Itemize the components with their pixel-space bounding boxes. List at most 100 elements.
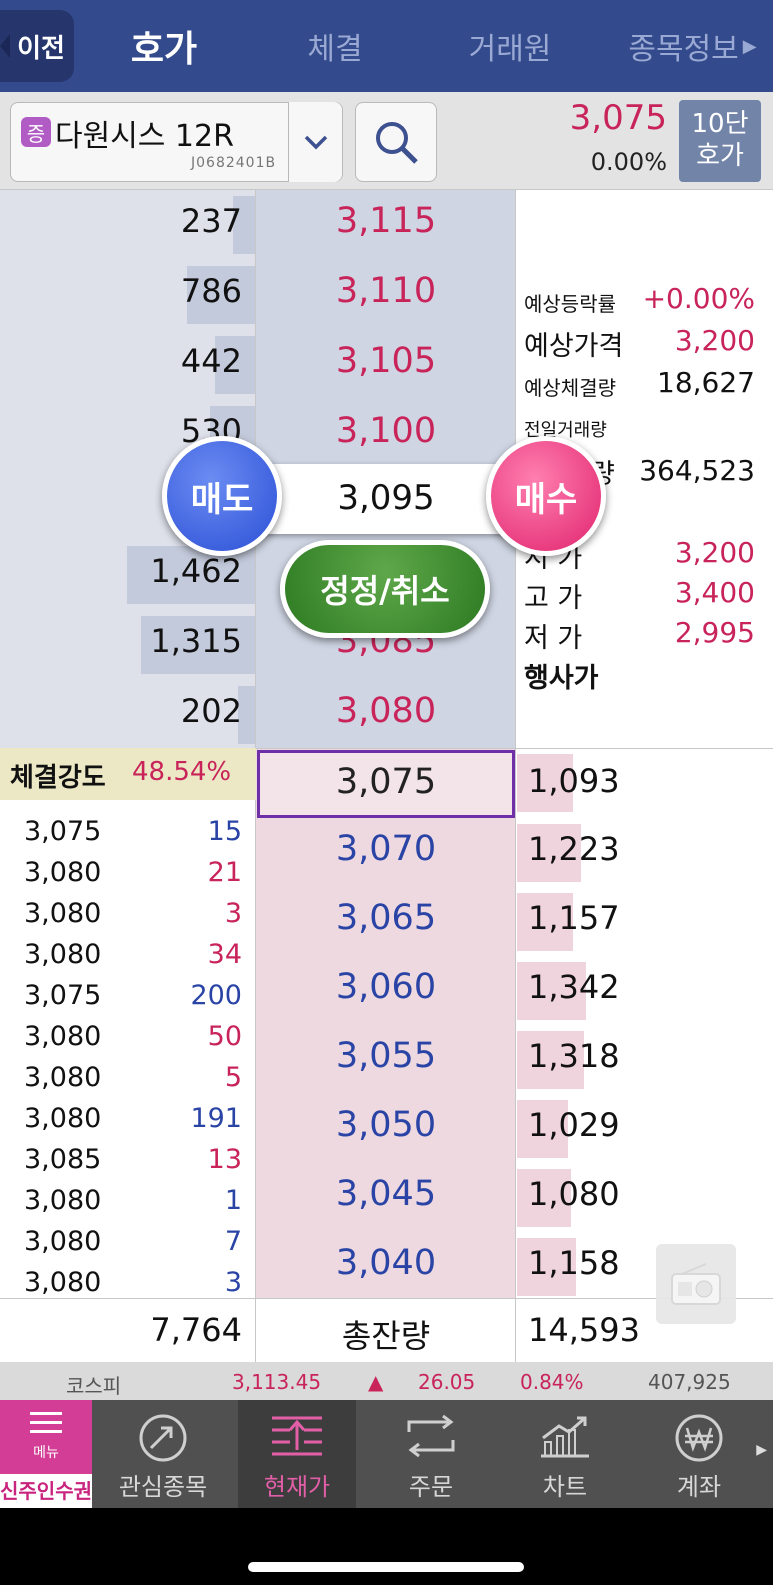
trade-price: 3,080 <box>24 1103 102 1134</box>
ask-qty: 1,462 <box>150 552 242 590</box>
bid-qty: 1,029 <box>528 1106 620 1144</box>
trade-strength: 체결강도 48.54% <box>0 748 256 800</box>
trade-volume: 191 <box>190 1103 242 1134</box>
ask-price[interactable]: 3,100 <box>256 411 516 451</box>
trade-row: 3,080 5 <box>0 1058 256 1099</box>
ask-price[interactable]: 3,110 <box>256 271 516 311</box>
buy-button[interactable]: 매수 <box>486 436 606 556</box>
ask-row[interactable]: 237 3,115 <box>0 190 773 260</box>
trade-price: 3,080 <box>24 1185 102 1216</box>
search-button[interactable] <box>355 102 437 182</box>
nav-current-price-label: 현재가 <box>263 1473 331 1501</box>
ask-price[interactable]: 3,105 <box>256 341 516 381</box>
chevron-down-icon <box>304 135 327 150</box>
nav-chart-label: 차트 <box>542 1473 588 1501</box>
trade-strength-label: 체결강도 <box>10 763 106 793</box>
menu-button[interactable]: 메뉴 신주인수권 <box>0 1400 92 1508</box>
won-icon <box>675 1414 723 1462</box>
radio-button[interactable] <box>656 1244 736 1324</box>
stock-dropdown-button[interactable] <box>288 102 342 182</box>
exp-rate-value: +0.00% <box>642 282 755 315</box>
total-label: 총잔량 <box>341 1317 431 1355</box>
stock-bar: 증 다원시스 12R J0682401B 3,075 0.00% 10단 호가 <box>0 92 773 190</box>
trade-row: 3,080 7 <box>0 1222 256 1263</box>
exercise-label: 행사가 <box>524 663 599 694</box>
order-book: 2373,1157863,1104423,1055303,1001,4623,0… <box>0 190 773 1310</box>
ten-level-hoga-button[interactable]: 10단 호가 <box>679 100 761 182</box>
ask-price[interactable]: 3,080 <box>256 691 516 731</box>
bid-price[interactable]: 3,050 <box>256 1105 516 1145</box>
ticker-volume: 407,925 <box>648 1370 731 1394</box>
trade-price: 3,080 <box>24 857 102 888</box>
nav-more-arrow-icon[interactable]: ▶ <box>756 1442 767 1458</box>
high-value: 3,400 <box>674 576 755 609</box>
bid-qty: 1,342 <box>528 968 620 1006</box>
ticker-rate: 0.84% <box>520 1370 584 1394</box>
trade-strength-value: 48.54% <box>132 757 232 787</box>
modify-cancel-button[interactable]: 정정/취소 <box>280 540 490 638</box>
trade-volume: 7 <box>224 1226 242 1257</box>
stock-name: 다원시스 12R <box>55 119 234 154</box>
sell-button[interactable]: 매도 <box>162 436 282 556</box>
ticker-index-value: 3,113.45 <box>232 1370 322 1394</box>
nav-current-price[interactable]: 현재가 <box>238 1400 356 1508</box>
exp-vol-label: 예상체결량 <box>524 376 616 400</box>
menu-label: 메뉴 <box>33 1445 59 1461</box>
bid-price[interactable]: 3,065 <box>256 898 516 938</box>
hamburger-icon <box>30 1412 62 1433</box>
ask-row[interactable]: 202 3,080 <box>0 680 773 750</box>
star-circle-icon <box>139 1414 187 1462</box>
nav-account[interactable]: 계좌 <box>640 1400 758 1508</box>
trade-volume: 5 <box>224 1062 242 1093</box>
trade-row: 3,080 3 <box>0 894 256 935</box>
bid-price[interactable]: 3,045 <box>256 1174 516 1214</box>
tab-stock-info-label: 종목정보 <box>628 32 739 67</box>
trade-price: 3,080 <box>24 898 102 929</box>
index-ticker[interactable]: 코스피 3,113.45 ▲ 26.05 0.84% 407,925 <box>0 1362 773 1400</box>
trade-volume: 1 <box>224 1185 242 1216</box>
tab-hoga[interactable]: 호가 <box>96 0 232 92</box>
back-button[interactable]: 이전 <box>0 10 74 82</box>
chevron-right-icon: ▶ <box>742 35 757 57</box>
search-icon <box>376 122 418 164</box>
bid-qty: 1,080 <box>528 1175 620 1213</box>
divider <box>515 190 516 1308</box>
tab-stock-info[interactable]: 종목정보 ▶ <box>612 0 773 92</box>
nav-watchlist[interactable]: 관심종목 <box>104 1400 222 1508</box>
ask-price[interactable]: 3,115 <box>256 201 516 241</box>
trade-row: 3,080 191 <box>0 1099 256 1140</box>
recent-trades-list: 3,075 15 3,080 21 3,080 3 3,080 34 3,075 200 3,080… <box>0 812 256 1304</box>
nav-order[interactable]: 주문 <box>372 1400 490 1508</box>
nav-account-label: 계좌 <box>676 1473 722 1501</box>
top-tab-bar: 이전 호가 체결 거래원 종목정보 ▶ <box>0 0 773 92</box>
market-badge: 증 <box>21 117 51 147</box>
trade-price: 3,080 <box>24 1267 102 1298</box>
up-arrow-icon: ▲ <box>368 1370 384 1394</box>
trade-volume: 21 <box>207 857 242 888</box>
trade-price: 3,085 <box>24 1144 102 1175</box>
bid-qty: 1,318 <box>528 1037 620 1075</box>
bid-qty: 1,157 <box>528 899 620 937</box>
nav-chart[interactable]: 차트 <box>506 1400 624 1508</box>
prev-vol-value: 364,523 <box>639 454 755 487</box>
price-icon <box>272 1416 322 1456</box>
current-row-price: 3,075 <box>335 762 437 802</box>
stock-code: J0682401B <box>191 155 277 171</box>
exp-rate-label: 예상등락률 <box>524 292 616 316</box>
nav-order-label: 주문 <box>408 1473 454 1501</box>
total-bid-qty: 14,593 <box>528 1311 640 1349</box>
exp-price-label: 예상가격 <box>524 331 624 362</box>
current-price: 3,075 <box>569 98 667 138</box>
bid-price[interactable]: 3,040 <box>256 1243 516 1283</box>
bid-price[interactable]: 3,055 <box>256 1036 516 1076</box>
bid-price[interactable]: 3,060 <box>256 967 516 1007</box>
radio-icon <box>671 1263 721 1305</box>
trade-volume: 50 <box>207 1021 242 1052</box>
tab-brokers[interactable]: 거래원 <box>440 0 580 92</box>
trade-row: 3,080 50 <box>0 1017 256 1058</box>
trade-row: 3,080 21 <box>0 853 256 894</box>
ask-qty: 237 <box>180 202 242 240</box>
trade-row: 3,075 200 <box>0 976 256 1017</box>
bid-price[interactable]: 3,070 <box>256 829 516 869</box>
tab-trades[interactable]: 체결 <box>270 0 400 92</box>
